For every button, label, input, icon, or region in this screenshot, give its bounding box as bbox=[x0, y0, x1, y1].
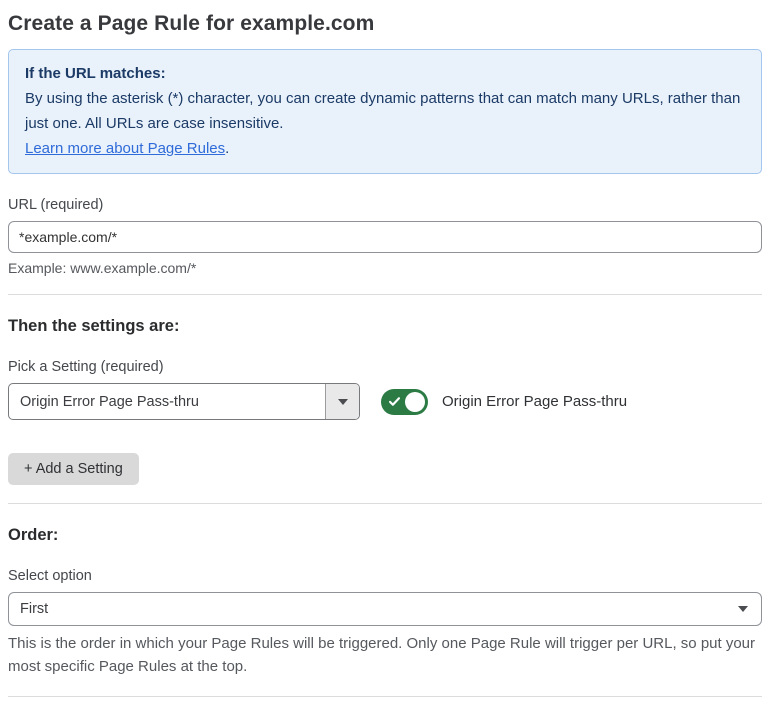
setting-picker-dropdown-button[interactable] bbox=[325, 384, 359, 419]
order-select-label: Select option bbox=[8, 568, 92, 584]
caret-down-icon bbox=[738, 606, 748, 612]
setting-picker-dropdown[interactable]: Origin Error Page Pass-thru bbox=[8, 383, 360, 420]
setting-toggle-label: Origin Error Page Pass-thru bbox=[442, 393, 628, 410]
url-label: URL (required) bbox=[8, 197, 104, 213]
order-section-heading: Order: bbox=[8, 526, 59, 544]
toggle-knob bbox=[405, 391, 425, 412]
divider bbox=[8, 294, 762, 295]
url-example-helper: Example: www.example.com/* bbox=[8, 260, 197, 276]
divider bbox=[8, 503, 762, 504]
info-box-link-line: Learn more about Page Rules. bbox=[25, 136, 745, 161]
setting-row: Origin Error Page Pass-thru Origin Error… bbox=[8, 383, 762, 420]
settings-section-heading: Then the settings are: bbox=[8, 317, 180, 335]
url-input[interactable] bbox=[8, 221, 762, 253]
pick-setting-label: Pick a Setting (required) bbox=[8, 359, 164, 375]
info-box-body: By using the asterisk (*) character, you… bbox=[25, 90, 741, 132]
add-setting-button[interactable]: + Add a Setting bbox=[8, 453, 139, 485]
page-title: Create a Page Rule for example.com bbox=[8, 12, 375, 35]
url-match-info-box: If the URL matches: By using the asteris… bbox=[8, 49, 762, 174]
divider bbox=[8, 696, 762, 697]
order-select-value: First bbox=[20, 601, 49, 617]
learn-more-link[interactable]: Learn more about Page Rules bbox=[25, 140, 225, 157]
order-helper-text: This is the order in which your Page Rul… bbox=[8, 635, 756, 675]
page-rule-form: Create a Page Rule for example.com If th… bbox=[0, 0, 770, 710]
check-icon bbox=[388, 396, 401, 406]
setting-picker-value: Origin Error Page Pass-thru bbox=[20, 393, 199, 410]
setting-toggle[interactable] bbox=[381, 388, 428, 415]
order-select[interactable]: First bbox=[8, 592, 762, 626]
info-box-heading: If the URL matches: bbox=[25, 65, 166, 82]
caret-down-icon bbox=[337, 398, 348, 405]
link-period: . bbox=[225, 140, 230, 157]
